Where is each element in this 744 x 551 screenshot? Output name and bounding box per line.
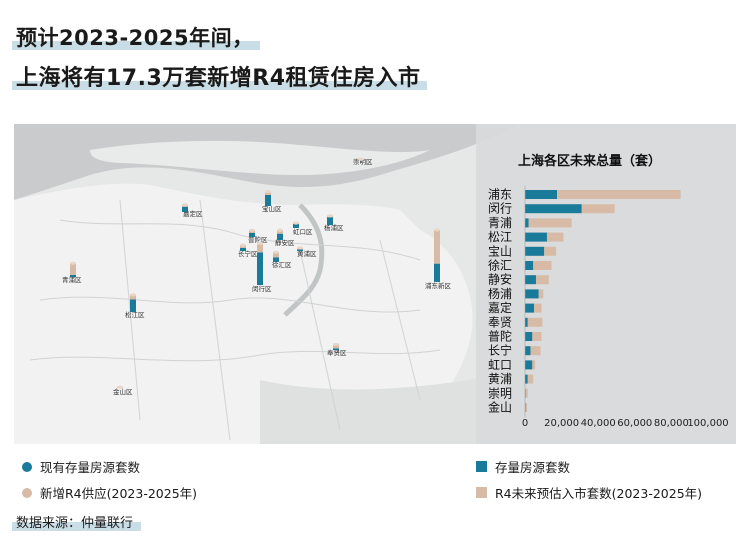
bar-1	[557, 190, 681, 199]
cylinder-existing	[327, 217, 333, 225]
label-minhang: 闵行区	[252, 284, 272, 293]
cylinder-existing	[297, 249, 303, 251]
category-label: 崇明	[488, 386, 512, 400]
legend-existing: 现有存量房源套数	[22, 457, 140, 476]
x-tick-label: 20,000	[544, 418, 579, 429]
x-tick-label: 0	[522, 418, 528, 429]
category-label: 宝山	[488, 244, 512, 258]
cylinder-cap	[182, 203, 188, 207]
map: 崇明区 嘉定区 宝山区 杨浦区 虹口区 普陀区 静安区 长宁区 黄浦区 徐汇区 …	[14, 124, 736, 444]
bar-1	[527, 374, 534, 384]
source-note: 数据来源：仲量联行	[11, 512, 142, 531]
cylinder-cap	[265, 190, 271, 194]
category-label: 普陀	[488, 329, 512, 344]
label-hongkou: 虹口区	[293, 227, 313, 236]
x-tick-label: 40,000	[581, 418, 616, 429]
bar-1	[528, 218, 572, 228]
cylinder-cap	[293, 221, 299, 225]
bar-1	[527, 317, 543, 327]
category-label: 杨浦	[488, 286, 512, 301]
category-label: 虹口	[488, 358, 512, 372]
x-tick-label: 100,000	[687, 418, 728, 429]
cylinder-existing	[265, 194, 271, 206]
bar-0	[525, 360, 533, 370]
cylinder-new	[70, 263, 76, 275]
bar-0	[525, 204, 582, 214]
category-label: 闵行	[488, 201, 512, 216]
bar-1	[533, 261, 552, 270]
cylinder-existing	[182, 206, 188, 212]
category-label: 青浦	[488, 216, 512, 230]
bar-1	[581, 204, 615, 214]
cylinder-existing	[257, 252, 263, 285]
bar-0	[525, 218, 529, 228]
cylinder-cap	[117, 385, 123, 389]
chart-title: 上海各区未来总量（套）	[518, 153, 661, 169]
legend-new: 新增R4供应(2023-2025年)	[22, 483, 197, 502]
bar-1	[525, 388, 528, 398]
bar-0	[525, 346, 531, 356]
bar-0	[525, 232, 547, 242]
cylinder-cap	[130, 293, 136, 297]
category-label: 奉贤	[488, 315, 512, 329]
bar-1	[532, 360, 536, 370]
cylinder-cap	[277, 228, 283, 232]
bar-0	[525, 275, 536, 285]
cylinder-cap	[249, 228, 255, 232]
cylinder-cap	[333, 342, 339, 347]
title-line-1: 预计2023-2025年间，	[12, 22, 260, 52]
cylinder-cap	[240, 243, 246, 247]
cylinder-cap	[358, 157, 364, 161]
label-pudong: 浦东新区	[425, 281, 452, 290]
cylinder-cap	[257, 241, 263, 246]
category-label: 长宁	[488, 343, 512, 358]
cylinder-existing	[249, 232, 255, 237]
cylinder-existing	[273, 257, 279, 262]
cylinder-existing	[333, 348, 339, 350]
cylinder-existing	[240, 247, 246, 251]
category-label: 黄浦	[488, 372, 512, 386]
category-label: 嘉定	[488, 300, 512, 315]
cylinder-cap	[297, 246, 303, 250]
bar-0	[525, 303, 535, 313]
x-tick-label: 60,000	[617, 418, 652, 429]
category-label: 金山	[488, 400, 512, 415]
cylinder-existing	[277, 233, 283, 240]
bar-0	[525, 332, 533, 341]
legend-square-icon	[476, 461, 487, 472]
legend-dot-icon	[22, 487, 32, 498]
cylinder-cap	[70, 261, 76, 265]
bar-0	[525, 190, 558, 199]
category-label: 徐汇	[488, 258, 512, 273]
bar-1	[546, 232, 564, 242]
category-label: 浦东	[488, 188, 512, 202]
bar-1	[532, 332, 542, 341]
bar-0	[525, 289, 539, 299]
bar-1	[535, 275, 549, 285]
bar-1	[544, 246, 557, 256]
cylinder-new	[434, 229, 440, 264]
legend-series-0: 存量房源套数	[476, 457, 570, 476]
cylinder-cap	[273, 250, 279, 254]
bar-1	[534, 303, 542, 313]
bar-0	[525, 317, 528, 327]
category-label: 静安	[488, 272, 512, 287]
legend-dot-icon	[22, 461, 32, 472]
label-jinshan: 金山区	[113, 387, 133, 396]
cylinder-cap	[327, 214, 333, 218]
bar-1	[538, 289, 544, 299]
bar-0	[525, 261, 534, 270]
bar-0	[525, 374, 528, 384]
cylinder-cap	[434, 228, 440, 232]
bar-0	[525, 246, 545, 256]
cylinder-existing	[434, 263, 440, 282]
bar-1	[530, 346, 541, 356]
bar-1	[525, 403, 528, 412]
cylinder-existing	[70, 274, 76, 277]
legend-series-1: R4未来预估入市套数(2023-2025年)	[476, 483, 702, 502]
x-tick-label: 80,000	[654, 418, 689, 429]
category-label: 松江	[488, 230, 512, 244]
cylinder-existing	[130, 299, 136, 312]
legend-square-icon	[476, 487, 487, 498]
